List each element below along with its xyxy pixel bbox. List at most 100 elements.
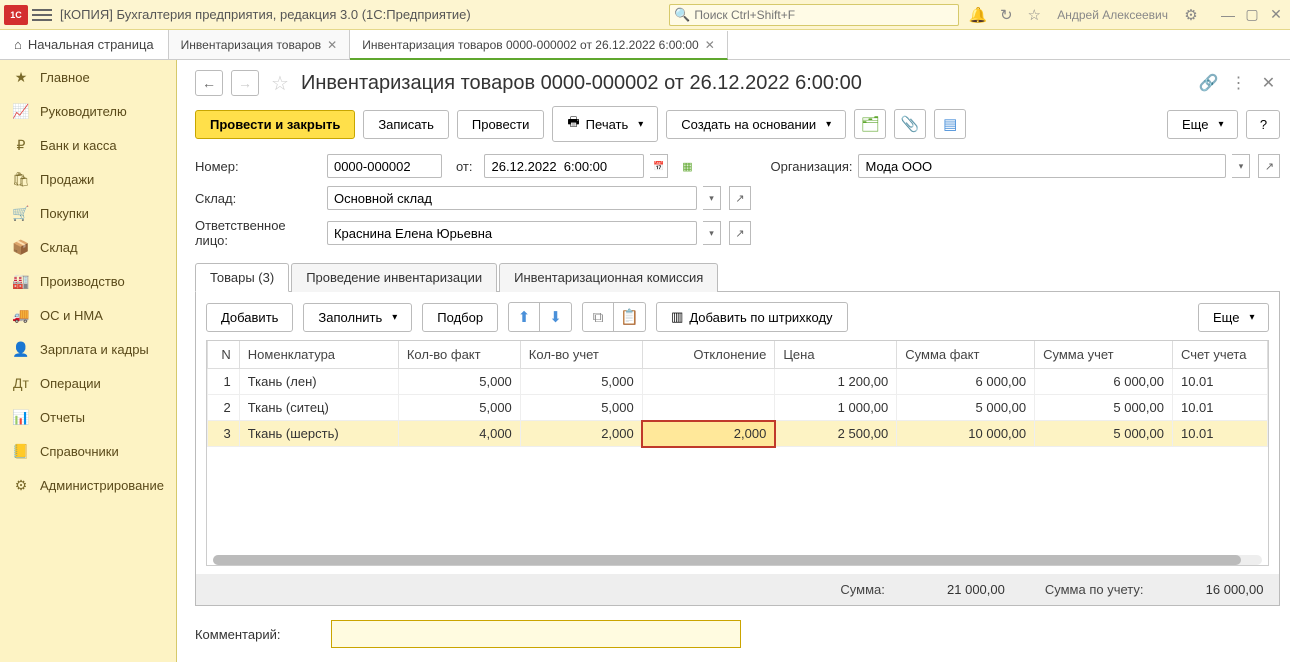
sidebar-item-reports[interactable]: 📊Отчеты [0, 400, 176, 434]
cell-account[interactable]: 10.01 [1172, 369, 1268, 395]
more-dropdown[interactable]: Еще [1167, 110, 1238, 139]
cell-nomen[interactable]: Ткань (шерсть) [239, 421, 398, 447]
cell-account[interactable]: 10.01 [1172, 395, 1268, 421]
cell-price[interactable]: 1 000,00 [775, 395, 897, 421]
maximize-button[interactable]: ▢ [1242, 5, 1262, 25]
star-icon[interactable]: ☆ [1025, 6, 1043, 24]
cell-sum-fact[interactable]: 5 000,00 [897, 395, 1035, 421]
store-field[interactable] [327, 186, 697, 210]
tab-goods[interactable]: Товары (3) [195, 263, 289, 292]
cell-sum-acc[interactable]: 6 000,00 [1035, 369, 1173, 395]
cell-sum-acc[interactable]: 5 000,00 [1035, 421, 1173, 447]
cell-qty-fact[interactable]: 5,000 [398, 395, 520, 421]
cell-nomen[interactable]: Ткань (лен) [239, 369, 398, 395]
sidebar-item-main[interactable]: ★Главное [0, 60, 176, 94]
store-open-button[interactable]: ↗ [729, 186, 751, 210]
move-down-button[interactable]: ⬇ [540, 302, 572, 332]
date-ext-button[interactable]: ▦ [676, 154, 698, 178]
comment-input[interactable] [331, 620, 741, 648]
col-account[interactable]: Счет учета [1172, 341, 1268, 369]
col-sum-fact[interactable]: Сумма факт [897, 341, 1035, 369]
create-based-dropdown[interactable]: Создать на основании [666, 110, 846, 139]
close-icon[interactable]: ✕ [327, 38, 337, 52]
favorite-toggle[interactable]: ☆ [267, 70, 293, 96]
col-nomenclature[interactable]: Номенклатура [239, 341, 398, 369]
col-qty-fact[interactable]: Кол-во факт [398, 341, 520, 369]
calendar-icon[interactable]: 📅 [650, 154, 668, 178]
chevron-down-icon[interactable]: ▾ [703, 221, 721, 245]
tab-inventory-list[interactable]: Инвентаризация товаров ✕ [169, 30, 351, 59]
sidebar-item-purchases[interactable]: 🛒Покупки [0, 196, 176, 230]
add-button[interactable]: Добавить [206, 303, 293, 332]
link-icon[interactable]: 🔗 [1196, 71, 1220, 95]
sidebar-item-catalogs[interactable]: 📒Справочники [0, 434, 176, 468]
sidebar-item-manager[interactable]: 📈Руководителю [0, 94, 176, 128]
post-button[interactable]: Провести [457, 110, 545, 139]
sidebar-item-warehouse[interactable]: 📦Склад [0, 230, 176, 264]
copy-button[interactable]: ⧉ [582, 302, 614, 332]
move-up-button[interactable]: ⬆ [508, 302, 540, 332]
goods-table[interactable]: N Номенклатура Кол-во факт Кол-во учет О… [206, 340, 1270, 566]
cell-nomen[interactable]: Ткань (ситец) [239, 395, 398, 421]
cell-qty-acc[interactable]: 2,000 [520, 421, 642, 447]
row-num[interactable]: 3 [207, 421, 239, 447]
tab-inventory-doc[interactable]: Инвентаризация товаров 0000-000002 от 26… [350, 31, 728, 60]
close-panel-icon[interactable]: ✕ [1256, 71, 1280, 95]
notes-button[interactable]: ▤ [934, 109, 966, 139]
minimize-button[interactable]: — [1218, 5, 1238, 25]
paste-button[interactable]: 📋 [614, 302, 646, 332]
responsible-field[interactable] [327, 221, 697, 245]
cell-qty-acc[interactable]: 5,000 [520, 395, 642, 421]
tab-inventory-process[interactable]: Проведение инвентаризации [291, 263, 497, 292]
cell-sum-fact[interactable]: 6 000,00 [897, 369, 1035, 395]
pick-button[interactable]: Подбор [422, 303, 498, 332]
row-num[interactable]: 1 [207, 369, 239, 395]
related-button[interactable]: 🗂 [854, 109, 886, 139]
cell-dev[interactable] [642, 395, 775, 421]
cell-qty-fact[interactable]: 5,000 [398, 369, 520, 395]
sidebar-item-assets[interactable]: 🚚ОС и НМА [0, 298, 176, 332]
chevron-down-icon[interactable]: ▾ [703, 186, 721, 210]
h-scrollbar[interactable] [213, 555, 1263, 565]
cell-price[interactable]: 1 200,00 [775, 369, 897, 395]
cell-qty-fact[interactable]: 4,000 [398, 421, 520, 447]
nav-forward-button[interactable]: → [231, 70, 259, 96]
help-button[interactable]: ? [1246, 110, 1280, 139]
attach-button[interactable]: 📎 [894, 109, 926, 139]
cell-sum-acc[interactable]: 5 000,00 [1035, 395, 1173, 421]
table-more-dropdown[interactable]: Еще [1198, 303, 1269, 332]
sidebar-item-hr[interactable]: 👤Зарплата и кадры [0, 332, 176, 366]
col-sum-account[interactable]: Сумма учет [1035, 341, 1173, 369]
add-by-barcode-button[interactable]: ▥Добавить по штрихкоду [656, 302, 847, 332]
chevron-down-icon[interactable]: ▾ [1232, 154, 1250, 178]
search-input[interactable] [694, 8, 954, 22]
sidebar-item-admin[interactable]: ⚙Администрирование [0, 468, 176, 502]
close-icon[interactable]: ✕ [705, 38, 715, 52]
menu-icon[interactable] [32, 5, 52, 25]
date-field[interactable] [484, 154, 644, 178]
menu-dots-icon[interactable]: ⋮ [1226, 71, 1250, 95]
settings-icon[interactable]: ⚙ [1182, 6, 1200, 24]
sidebar-item-bank[interactable]: ₽Банк и касса [0, 128, 176, 162]
sidebar-item-production[interactable]: 🏭Производство [0, 264, 176, 298]
post-and-close-button[interactable]: Провести и закрыть [195, 110, 355, 139]
sidebar-item-operations[interactable]: ДтОперации [0, 366, 176, 400]
history-icon[interactable]: ↻ [997, 6, 1015, 24]
close-button[interactable]: ✕ [1266, 5, 1286, 25]
cell-dev[interactable]: 2,000 [642, 421, 775, 447]
home-tab[interactable]: ⌂ Начальная страница [0, 30, 169, 59]
cell-qty-acc[interactable]: 5,000 [520, 369, 642, 395]
cell-account[interactable]: 10.01 [1172, 421, 1268, 447]
cell-dev[interactable] [642, 369, 775, 395]
col-price[interactable]: Цена [775, 341, 897, 369]
sidebar-item-sales[interactable]: 🛍Продажи [0, 162, 176, 196]
cell-price[interactable]: 2 500,00 [775, 421, 897, 447]
col-deviation[interactable]: Отклонение [642, 341, 775, 369]
row-num[interactable]: 2 [207, 395, 239, 421]
table-row[interactable]: 2Ткань (ситец)5,0005,0001 000,005 000,00… [207, 395, 1268, 421]
user-display[interactable]: Андрей Алексеевич [1057, 8, 1168, 22]
number-field[interactable] [327, 154, 442, 178]
fill-dropdown[interactable]: Заполнить [303, 303, 412, 332]
col-n[interactable]: N [207, 341, 239, 369]
col-qty-account[interactable]: Кол-во учет [520, 341, 642, 369]
